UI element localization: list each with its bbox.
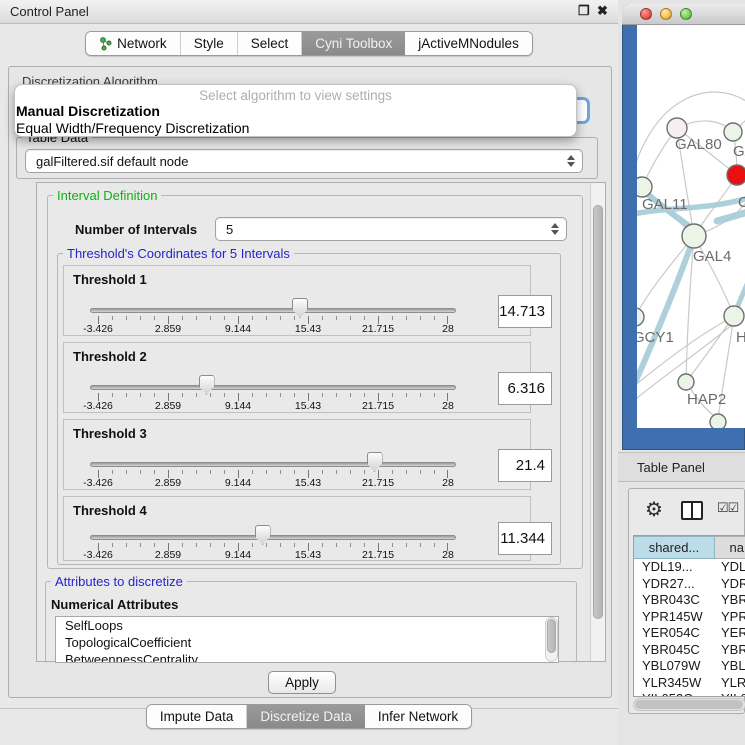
node-hap2[interactable] (678, 374, 694, 390)
network-window[interactable]: GAL80 GA C GAL11 GAL4 GCY1 H HAP2 (622, 4, 745, 450)
node-label: GAL11 (642, 196, 688, 213)
node-label: GAL4 (693, 248, 731, 265)
node-label: GAL80 (675, 136, 722, 153)
node-gal4[interactable] (682, 224, 706, 248)
thresholds-title: Threshold's Coordinates for 5 Intervals (63, 247, 294, 260)
threshold-4-panel: Threshold 4 -3.426 2.859 9.144 15.43 21.… (63, 496, 531, 561)
tab-infer-network[interactable]: Infer Network (365, 705, 471, 728)
table-panel-header: Table Panel (618, 452, 745, 482)
node-gal11[interactable] (637, 177, 652, 197)
threshold-3-panel: Threshold 3 -3.426 2.859 9.144 15.43 21.… (63, 419, 531, 490)
node-label: GA (733, 143, 745, 160)
table-row[interactable]: YLR345WYLR3 (634, 675, 745, 692)
network-graph: GAL80 GA C GAL11 GAL4 GCY1 H HAP2 (637, 25, 745, 428)
zoom-traffic-light[interactable] (680, 8, 692, 20)
list-item[interactable]: BetweennessCentrality (56, 651, 558, 663)
column-header-name[interactable]: na (715, 536, 745, 559)
tab-discretize-data[interactable]: Discretize Data (247, 705, 365, 728)
node-gcy1[interactable] (637, 308, 644, 326)
tab-cyni-toolbox[interactable]: Cyni Toolbox (302, 32, 405, 55)
table-panel: ⚙ ☑☑ shared... na YDL19...YDL1 YDR27...Y… (628, 488, 745, 714)
popup-option-manual[interactable]: Manual Discretization (15, 103, 576, 120)
node-gal80[interactable] (667, 118, 687, 138)
right-panel: GAL80 GA C GAL11 GAL4 GCY1 H HAP2 Table … (618, 0, 745, 745)
node-label: HAP2 (687, 391, 726, 408)
node-ga[interactable] (724, 123, 742, 141)
bottom-tab-bar: Impute Data Discretize Data Infer Networ… (0, 704, 618, 729)
table-row[interactable]: YBR045CYBR0 (634, 642, 745, 659)
table-row[interactable]: YER054CYER0 (634, 625, 745, 642)
threshold-2-panel: Threshold 2 -3.426 2.859 9.144 15.43 21.… (63, 342, 531, 413)
control-panel: Control Panel ❐ ✖ Network Style Se (0, 0, 618, 745)
threshold-3-value[interactable]: 21.4 (498, 449, 552, 482)
popup-option-equal-width[interactable]: Equal Width/Frequency Discretization (15, 120, 576, 137)
node-table[interactable]: shared... na YDL19...YDL1 YDR27...YDR2 Y… (633, 535, 745, 697)
table-row[interactable]: YDR27...YDR2 (634, 576, 745, 593)
table-row[interactable]: YBR043CYBR0 (634, 592, 745, 609)
top-tab-bar: Network Style Select Cyni Toolbox jActiv… (0, 31, 618, 56)
tab-network[interactable]: Network (86, 32, 181, 55)
threshold-1-value[interactable]: 14.713 (498, 295, 552, 328)
threshold-2-value[interactable]: 6.316 (498, 372, 552, 405)
interval-definition-label: Interval Definition (53, 189, 161, 202)
tab-jactivemnodules[interactable]: jActiveMNodules (405, 32, 532, 55)
node-h[interactable] (724, 306, 744, 326)
spinner-arrows-icon (551, 223, 559, 235)
tab-select[interactable]: Select (238, 32, 303, 55)
slider-thumb[interactable] (367, 452, 383, 472)
table-panel-toolbar: ⚙ ☑☑ (629, 489, 744, 533)
control-panel-title: Control Panel (10, 4, 89, 19)
number-of-intervals-label: Number of Intervals (75, 222, 197, 237)
attributes-scrollbar[interactable] (545, 617, 558, 662)
slider-thumb[interactable] (255, 525, 271, 545)
float-window-icon[interactable]: ❐ (578, 3, 590, 19)
settings-scroll-viewport: Interval Definition Number of Intervals … (36, 182, 606, 662)
table-row[interactable]: YDL19...YDL1 (634, 559, 745, 576)
checkboxes-icon[interactable]: ☑☑ (717, 500, 738, 516)
table-data-combo[interactable]: galFiltered.sif default node (25, 149, 583, 173)
table-header: shared... na (634, 536, 745, 559)
application: Control Panel ❐ ✖ Network Style Se (0, 0, 745, 745)
minimize-traffic-light[interactable] (660, 8, 672, 20)
numerical-attributes-list[interactable]: SelfLoops TopologicalCoefficient Between… (55, 616, 559, 663)
control-panel-titlebar: Control Panel ❐ ✖ (0, 0, 618, 24)
node-label: C (738, 194, 745, 211)
popup-hint: Select algorithm to view settings (15, 85, 576, 103)
node-label: H (736, 329, 745, 346)
network-icon (99, 37, 112, 51)
network-window-titlebar[interactable] (622, 4, 745, 25)
tab-style[interactable]: Style (181, 32, 238, 55)
attributes-title: Attributes to discretize (51, 575, 187, 588)
numerical-attributes-label: Numerical Attributes (51, 597, 178, 612)
close-traffic-light[interactable] (640, 8, 652, 20)
slider-thumb[interactable] (292, 298, 308, 318)
apply-button[interactable]: Apply (268, 671, 336, 694)
table-row[interactable]: YPR145WYPR1 (634, 609, 745, 626)
combo-arrows-icon (567, 155, 575, 167)
tab-impute-data[interactable]: Impute Data (147, 705, 248, 728)
gear-icon[interactable]: ⚙ (645, 497, 663, 522)
number-of-intervals-spinner[interactable]: 5 (215, 217, 567, 241)
columns-icon[interactable] (681, 501, 703, 520)
list-item[interactable]: TopologicalCoefficient (56, 634, 558, 651)
slider-thumb[interactable] (199, 375, 215, 395)
column-header-shared[interactable]: shared... (634, 536, 715, 559)
node-red[interactable] (727, 165, 745, 185)
table-row[interactable]: YBL079WYBL0 (634, 658, 745, 675)
table-panel-title: Table Panel (637, 460, 705, 475)
algorithm-popup: Select algorithm to view settings Manual… (14, 84, 577, 137)
node-bottom[interactable] (710, 414, 726, 428)
node-label: GCY1 (637, 329, 674, 346)
settings-scrollbar[interactable] (590, 183, 605, 661)
close-icon[interactable]: ✖ (597, 3, 608, 19)
network-canvas[interactable]: GAL80 GA C GAL11 GAL4 GCY1 H HAP2 (637, 25, 745, 428)
threshold-1-panel: Threshold 1 -3.426 2.859 9.144 15.43 21.… (63, 265, 531, 336)
table-row[interactable]: YIL052CYIL0 (634, 691, 745, 697)
threshold-4-value[interactable]: 11.344 (498, 522, 552, 555)
list-item[interactable]: SelfLoops (56, 617, 558, 634)
table-horizontal-scrollbar[interactable] (633, 698, 745, 711)
